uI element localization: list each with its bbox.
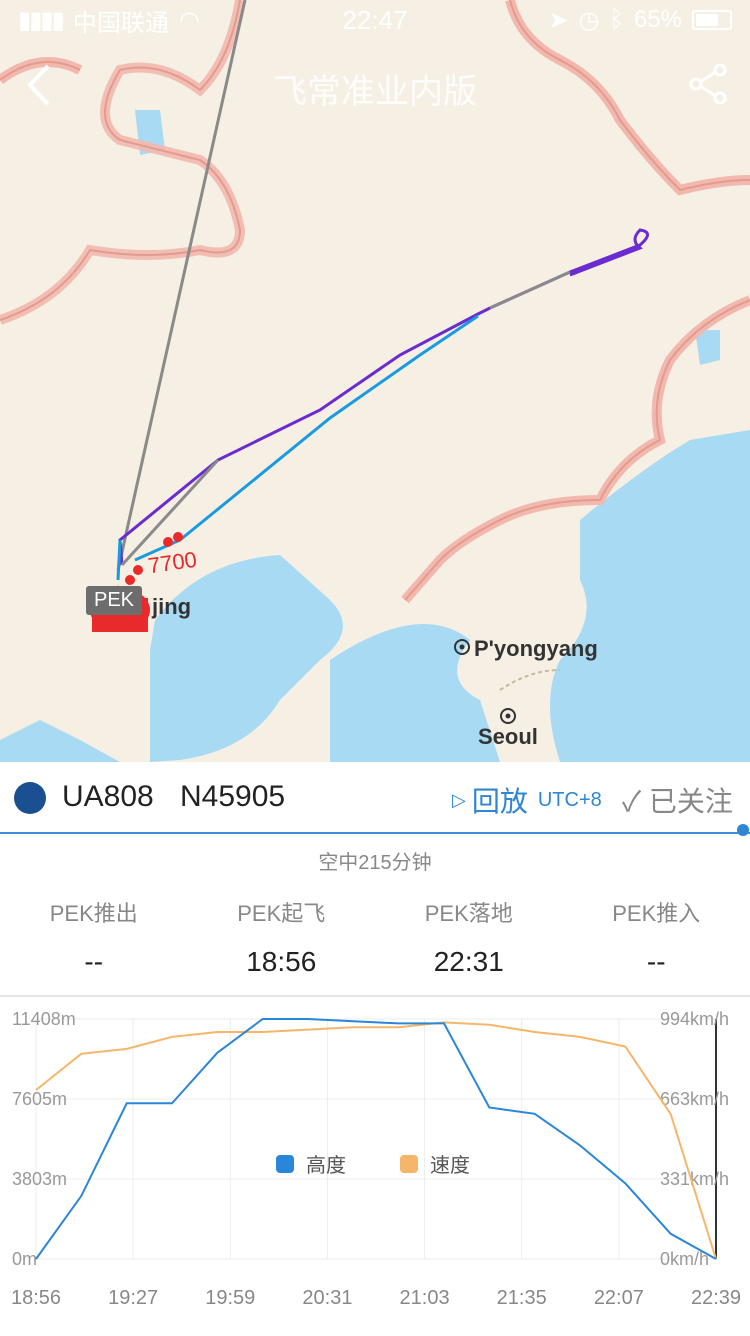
x-tick: 22:07 [594,1287,644,1309]
time-value: 22:31 [375,946,563,978]
battery-label: 65% [634,6,682,34]
share-icon[interactable] [686,62,730,106]
play-icon: ▷ [452,790,466,811]
time-label: PEK落地 [375,896,563,928]
time-takeoff: PEK起飞 18:56 [188,896,376,978]
speed-line [36,1022,716,1259]
nav-bar: 飞常准业内版 [0,40,750,128]
y-tick-right: 663km/h [660,1089,729,1109]
legend-speed: 速度 [430,1149,470,1178]
y-tick-left: 11408m [12,1009,76,1029]
seoul-label: Seoul [478,724,538,750]
signal-icon: ▮▮▮▮ [18,6,63,35]
flight-number: UA808 [62,780,154,814]
progress-dot[interactable] [737,824,749,836]
x-tick: 22:39 [691,1287,741,1309]
follow-label: 已关注 [649,786,733,817]
y-tick-right: 994km/h [660,1009,729,1029]
altitude-speed-chart[interactable]: 11408m7605m3803m0m994km/h663km/h331km/h0… [0,995,750,1336]
y-tick-right: 331km/h [660,1169,729,1189]
times-row: PEK推出 -- PEK起飞 18:56 PEK落地 22:31 PEK推入 -… [0,896,750,978]
pek-airport-badge[interactable]: PEK [86,586,142,615]
replay-button[interactable]: ▷ 回放 UTC+8 [452,780,602,820]
time-value: -- [0,946,188,978]
x-tick: 21:35 [497,1287,547,1309]
time-pushback: PEK推出 -- [0,896,188,978]
status-bar: ▮▮▮▮ 中国联通 ◠ 22:47 ➤ ◷ ᛒ 65% [0,0,750,40]
location-icon: ➤ [548,6,568,35]
speed-swatch [400,1155,418,1173]
x-tick: 20:31 [302,1287,352,1309]
chart-legend: 高度 速度 [276,1149,470,1178]
flight-info-bar: UA808 N45905 ▷ 回放 UTC+8 ✓ 已关注 [0,762,750,834]
time-value: -- [563,946,750,978]
time-label: PEK推出 [0,896,188,928]
alarm-icon: ◷ [579,6,600,35]
carrier-label: 中国联通 [73,3,169,38]
wifi-icon: ◠ [179,6,200,35]
legend-altitude: 高度 [306,1149,346,1178]
replay-label: 回放 [472,780,528,820]
check-icon: ✓ [622,786,641,817]
y-tick-left: 7605m [12,1089,67,1109]
aircraft-registration: N45905 [180,780,285,814]
x-tick: 21:03 [400,1287,450,1309]
beijing-label: jing [152,594,191,620]
time-label: PEK起飞 [188,896,376,928]
y-tick-left: 3803m [12,1169,67,1189]
altitude-swatch [276,1155,294,1173]
bluetooth-icon: ᛒ [610,6,624,34]
airline-logo-icon [14,782,46,814]
x-tick: 19:27 [108,1287,158,1309]
time-gate-in: PEK推入 -- [563,896,750,978]
airtime-label: 空中215分钟 [0,846,750,875]
time-label: PEK推入 [563,896,750,928]
utc-label: UTC+8 [538,789,602,812]
battery-icon [692,10,732,30]
time-value: 18:56 [188,946,376,978]
page-title: 飞常准业内版 [0,64,750,113]
x-tick: 18:56 [11,1287,61,1309]
time-landing: PEK落地 22:31 [375,896,563,978]
follow-button[interactable]: ✓ 已关注 [622,780,733,820]
altitude-line [36,1019,716,1259]
pyongyang-label: P'yongyang [474,636,598,662]
y-tick-left: 0m [12,1249,37,1269]
x-tick: 19:59 [205,1287,255,1309]
